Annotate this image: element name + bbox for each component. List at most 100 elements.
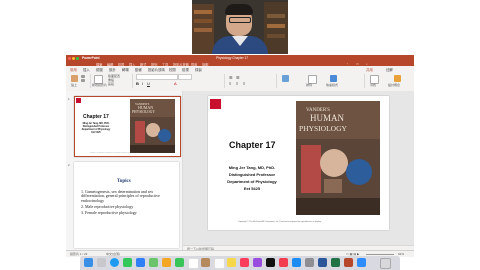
macos-dock xyxy=(80,256,400,270)
quick-styles-icon[interactable] xyxy=(330,75,337,82)
thumb1-photo-brain xyxy=(158,129,171,142)
slide-ext[interactable]: Ext 5425 xyxy=(212,186,292,191)
book-cover-image[interactable]: VANDER'S HUMAN PHYSIOLOGY xyxy=(296,101,380,215)
arrange-label: 排列 xyxy=(306,83,313,87)
font-name-dropdown[interactable] xyxy=(136,74,178,80)
thumb1-book-cover: VANDER'S HUMAN PHYSIOLOGY xyxy=(130,99,175,153)
launchpad-icon[interactable] xyxy=(97,258,106,267)
minimize-window-button[interactable] xyxy=(72,56,75,60)
designer-label: 設計概念 xyxy=(388,83,401,87)
news-icon[interactable] xyxy=(279,258,288,267)
mcgraw-hill-logo xyxy=(76,98,81,103)
bullets-icon[interactable]: ☰ xyxy=(229,75,233,80)
book-photo-brain xyxy=(346,159,372,185)
slide-author[interactable]: Ming Jer Tang, MD, PhD. xyxy=(212,165,292,170)
safari-icon[interactable] xyxy=(110,258,119,267)
slide-thumbnail-2[interactable]: Topics 1. Gametogenesis, sex determinati… xyxy=(74,162,179,248)
photos-icon[interactable] xyxy=(162,258,171,267)
italic-button[interactable]: I xyxy=(142,81,143,86)
thumb1-position: Distinguished Professor xyxy=(82,126,110,128)
thumb-number-2: 2 xyxy=(68,163,70,167)
shapes-icon[interactable] xyxy=(282,75,289,82)
cut-icon[interactable] xyxy=(81,75,85,78)
contacts-icon[interactable] xyxy=(201,258,210,267)
app-name: PowerPoint xyxy=(82,55,100,60)
thumb2-heading: Topics xyxy=(117,179,131,184)
powerpoint-icon[interactable] xyxy=(344,258,353,267)
book-photo-red xyxy=(301,145,321,193)
zoom-icon[interactable] xyxy=(357,258,366,267)
trash-icon[interactable] xyxy=(380,258,391,269)
thumb2-item-1: 1. Gametogenesis, sex determination and … xyxy=(81,189,160,203)
thumb1-book-title-2: PHYSIOLOGY xyxy=(132,110,155,114)
thumb1-copyright: Copyright © The McGraw-Hill Companies, I… xyxy=(90,153,140,154)
thumb2-item-3: 3. Female reproductive physiology xyxy=(81,210,137,215)
align-center-icon[interactable]: ≡ xyxy=(236,81,238,86)
slide-thumbnail-pane: 1 Chapter 17 Ming Jer Tang, MD, PhD. Dis… xyxy=(66,91,183,250)
thumb1-author: Ming Jer Tang, MD, PhD. xyxy=(82,123,110,125)
editing-group: 尋找 設計概念 xyxy=(366,74,412,88)
word-icon[interactable] xyxy=(318,258,327,267)
thumb1-title: Chapter 17 xyxy=(83,114,109,120)
font-color-button[interactable]: A xyxy=(174,81,177,86)
paste-icon[interactable] xyxy=(71,75,78,82)
find-label: 尋找 xyxy=(370,83,377,87)
maximize-window-button[interactable] xyxy=(76,56,79,60)
book-title-2: PHYSIOLOGY xyxy=(299,124,347,133)
thumb-number-1: 1 xyxy=(68,97,70,101)
presenter-glasses xyxy=(229,17,251,23)
bold-button[interactable]: B xyxy=(136,81,139,86)
tv-icon[interactable] xyxy=(266,258,275,267)
mail-icon[interactable] xyxy=(136,258,145,267)
maps-icon[interactable] xyxy=(149,258,158,267)
music-icon[interactable] xyxy=(240,258,249,267)
align-left-icon[interactable]: ≡ xyxy=(229,81,231,86)
slide-copyright: Copyright © The McGraw-Hill Companies, I… xyxy=(238,221,322,223)
system-preferences-icon[interactable] xyxy=(305,258,314,267)
mcgraw-hill-logo-main xyxy=(210,99,221,109)
books-left xyxy=(194,10,212,14)
bookshelf-right xyxy=(264,2,288,54)
zoom-level: 62% xyxy=(398,252,405,256)
new-slide-label: 新增投影片 xyxy=(92,83,108,87)
thumb1-photo-red xyxy=(135,121,145,143)
excel-icon[interactable] xyxy=(331,258,340,267)
notes-icon[interactable] xyxy=(227,258,236,267)
underline-button[interactable]: U xyxy=(147,81,150,86)
battery-icon: ▭ xyxy=(356,61,360,66)
ribbon-toolbar: 貼上 新增投影片 版面配置 重設 區段 B I U A ☰ ☰ ≡ ≡ ≡ 排列… xyxy=(66,72,414,92)
clipboard-group: 貼上 xyxy=(68,74,91,88)
align-right-icon[interactable]: ≡ xyxy=(243,81,245,86)
font-size-dropdown[interactable] xyxy=(178,74,192,80)
copy-icon[interactable] xyxy=(81,79,85,82)
drawing-group: 排列 快速樣式 xyxy=(278,74,365,88)
main-slide-canvas[interactable]: Chapter 17 Ming Jer Tang, MD, PhD. Disti… xyxy=(208,96,389,230)
slide-position[interactable]: Distinguished Professor xyxy=(212,172,292,177)
close-window-button[interactable] xyxy=(68,56,71,60)
thumb1-department: Department of Physiology xyxy=(81,129,111,131)
app-store-icon[interactable] xyxy=(292,258,301,267)
messages-icon[interactable] xyxy=(123,258,132,267)
book-photo-bottom xyxy=(324,179,342,193)
slides-group: 新增投影片 版面配置 重設 區段 xyxy=(92,74,133,88)
paragraph-group: ☰ ☰ ≡ ≡ ≡ xyxy=(226,74,277,88)
slide-thumbnail-1[interactable]: Chapter 17 Ming Jer Tang, MD, PhD. Disti… xyxy=(74,96,181,157)
search-icon[interactable]: ⌕ xyxy=(366,62,368,66)
calendar-icon[interactable] xyxy=(188,258,199,269)
facetime-icon[interactable] xyxy=(175,258,184,267)
section-button[interactable]: 區段 xyxy=(108,82,114,86)
book-photo-person xyxy=(320,149,348,177)
books-right xyxy=(267,14,285,18)
finder-icon[interactable] xyxy=(84,258,93,267)
thumb1-ext: Ext 5425 xyxy=(91,132,101,134)
podcasts-icon[interactable] xyxy=(253,258,262,267)
quick-styles-label: 快速樣式 xyxy=(326,83,339,87)
reminders-icon[interactable] xyxy=(214,258,225,269)
numbering-icon[interactable]: ☰ xyxy=(236,75,240,80)
font-group: B I U A xyxy=(134,74,225,88)
paste-label: 貼上 xyxy=(71,83,78,87)
slide-department[interactable]: Department of Physiology xyxy=(212,179,292,184)
designer-icon[interactable] xyxy=(394,75,401,82)
zoom-slider[interactable] xyxy=(366,253,394,255)
slide-title[interactable]: Chapter 17 xyxy=(229,140,276,150)
